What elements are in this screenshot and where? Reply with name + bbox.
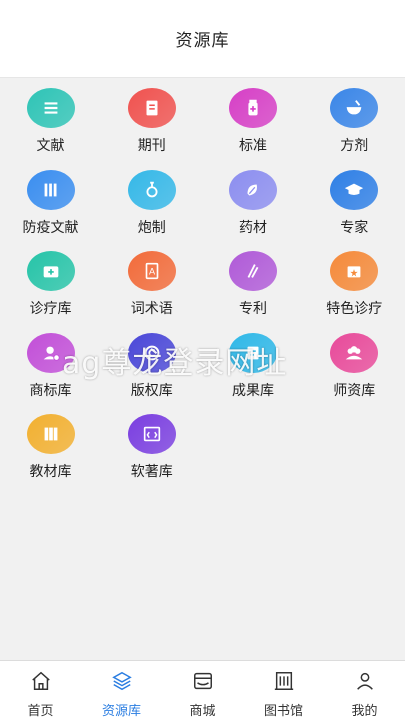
shop-icon xyxy=(192,670,214,696)
dictionary-icon: A xyxy=(127,251,176,291)
tab-label-mine: 我的 xyxy=(351,704,378,719)
resource-item-label: 专利 xyxy=(239,301,267,317)
resource-item-label: 词术语 xyxy=(130,301,173,317)
tab-shop[interactable]: 商城 xyxy=(162,661,243,720)
resource-item-7[interactable]: 专家 xyxy=(304,160,405,242)
resource-item-label: 特色诊疗 xyxy=(326,301,383,317)
tab-home[interactable]: 首页 xyxy=(0,661,81,720)
resource-item-label: 文献 xyxy=(36,138,65,154)
tab-label-resources: 资源库 xyxy=(101,704,141,719)
medical-kit-icon xyxy=(26,251,75,291)
tab-mine[interactable]: 我的 xyxy=(324,661,405,720)
graduation-cap-icon xyxy=(330,169,379,210)
achievement-icon xyxy=(229,332,277,373)
resource-item-2[interactable]: 标准 xyxy=(203,78,304,160)
resource-item-label: 标准 xyxy=(239,138,267,154)
books-icon xyxy=(26,169,75,210)
patent-icon xyxy=(229,251,277,291)
mortar-icon xyxy=(330,88,379,128)
resource-item-label: 成果库 xyxy=(232,382,274,399)
code-window-icon xyxy=(127,414,176,454)
resource-item-label: 教材库 xyxy=(29,464,72,480)
resource-item-label: 防疫文献 xyxy=(22,219,79,236)
resource-item-12[interactable]: 商标库 xyxy=(0,323,101,405)
trademark-user-icon xyxy=(26,332,75,373)
book-stack-icon xyxy=(26,88,75,128)
journal-icon xyxy=(127,88,176,128)
resource-item-label: 药材 xyxy=(239,219,267,236)
flask-icon xyxy=(127,169,176,210)
layers-icon xyxy=(111,670,133,696)
resource-item-label: 软著库 xyxy=(130,464,173,480)
resource-item-16[interactable]: 教材库 xyxy=(0,404,101,486)
resource-item-label: 师资库 xyxy=(333,382,376,399)
resource-item-label: 版权库 xyxy=(130,382,173,399)
resource-item-1[interactable]: 期刊 xyxy=(101,78,202,160)
tab-label-home: 首页 xyxy=(27,704,54,719)
resource-item-6[interactable]: 药材 xyxy=(203,160,304,242)
tab-library[interactable]: 图书馆 xyxy=(243,661,324,720)
textbooks-icon xyxy=(26,414,75,454)
team-icon xyxy=(330,332,379,373)
resource-item-15[interactable]: 师资库 xyxy=(304,323,405,405)
resource-item-10[interactable]: 专利 xyxy=(203,241,304,323)
tab-label-shop: 商城 xyxy=(189,704,216,719)
svg-text:A: A xyxy=(149,267,156,277)
resource-item-9[interactable]: A 词术语 xyxy=(101,241,202,323)
resource-item-13[interactable]: 版权库 xyxy=(101,323,202,405)
resource-item-11[interactable]: 特色诊疗 xyxy=(304,241,405,323)
user-icon xyxy=(354,670,376,696)
resource-item-label: 专家 xyxy=(340,219,369,236)
feature-box-icon xyxy=(330,251,379,291)
library-icon xyxy=(273,670,295,696)
resource-item-0[interactable]: 文献 xyxy=(0,78,101,160)
resource-item-label: 期刊 xyxy=(137,138,166,154)
herb-icon xyxy=(229,169,277,210)
resource-item-label: 诊疗库 xyxy=(29,301,72,317)
resource-item-5[interactable]: 炮制 xyxy=(101,160,202,242)
resource-item-label: 商标库 xyxy=(29,382,72,399)
resource-item-label: 炮制 xyxy=(137,219,166,236)
resource-item-17[interactable]: 软著库 xyxy=(101,404,202,486)
resource-item-8[interactable]: 诊疗库 xyxy=(0,241,101,323)
page-title: 资源库 xyxy=(175,31,230,51)
top-bar: 资源库 xyxy=(0,0,405,78)
copyright-icon xyxy=(127,332,176,373)
resource-item-14[interactable]: 成果库 xyxy=(203,323,304,405)
resource-item-label: 方剂 xyxy=(340,138,369,154)
bottom-tab-bar: 首页 资源库 商城 图书馆 我的 xyxy=(0,660,405,720)
tab-resources[interactable]: 资源库 xyxy=(81,661,162,720)
medicine-bottle-icon xyxy=(229,88,277,128)
resource-item-4[interactable]: 防疫文献 xyxy=(0,160,101,242)
resource-item-3[interactable]: 方剂 xyxy=(304,78,405,160)
tab-label-library: 图书馆 xyxy=(263,704,303,719)
home-icon xyxy=(30,670,52,696)
